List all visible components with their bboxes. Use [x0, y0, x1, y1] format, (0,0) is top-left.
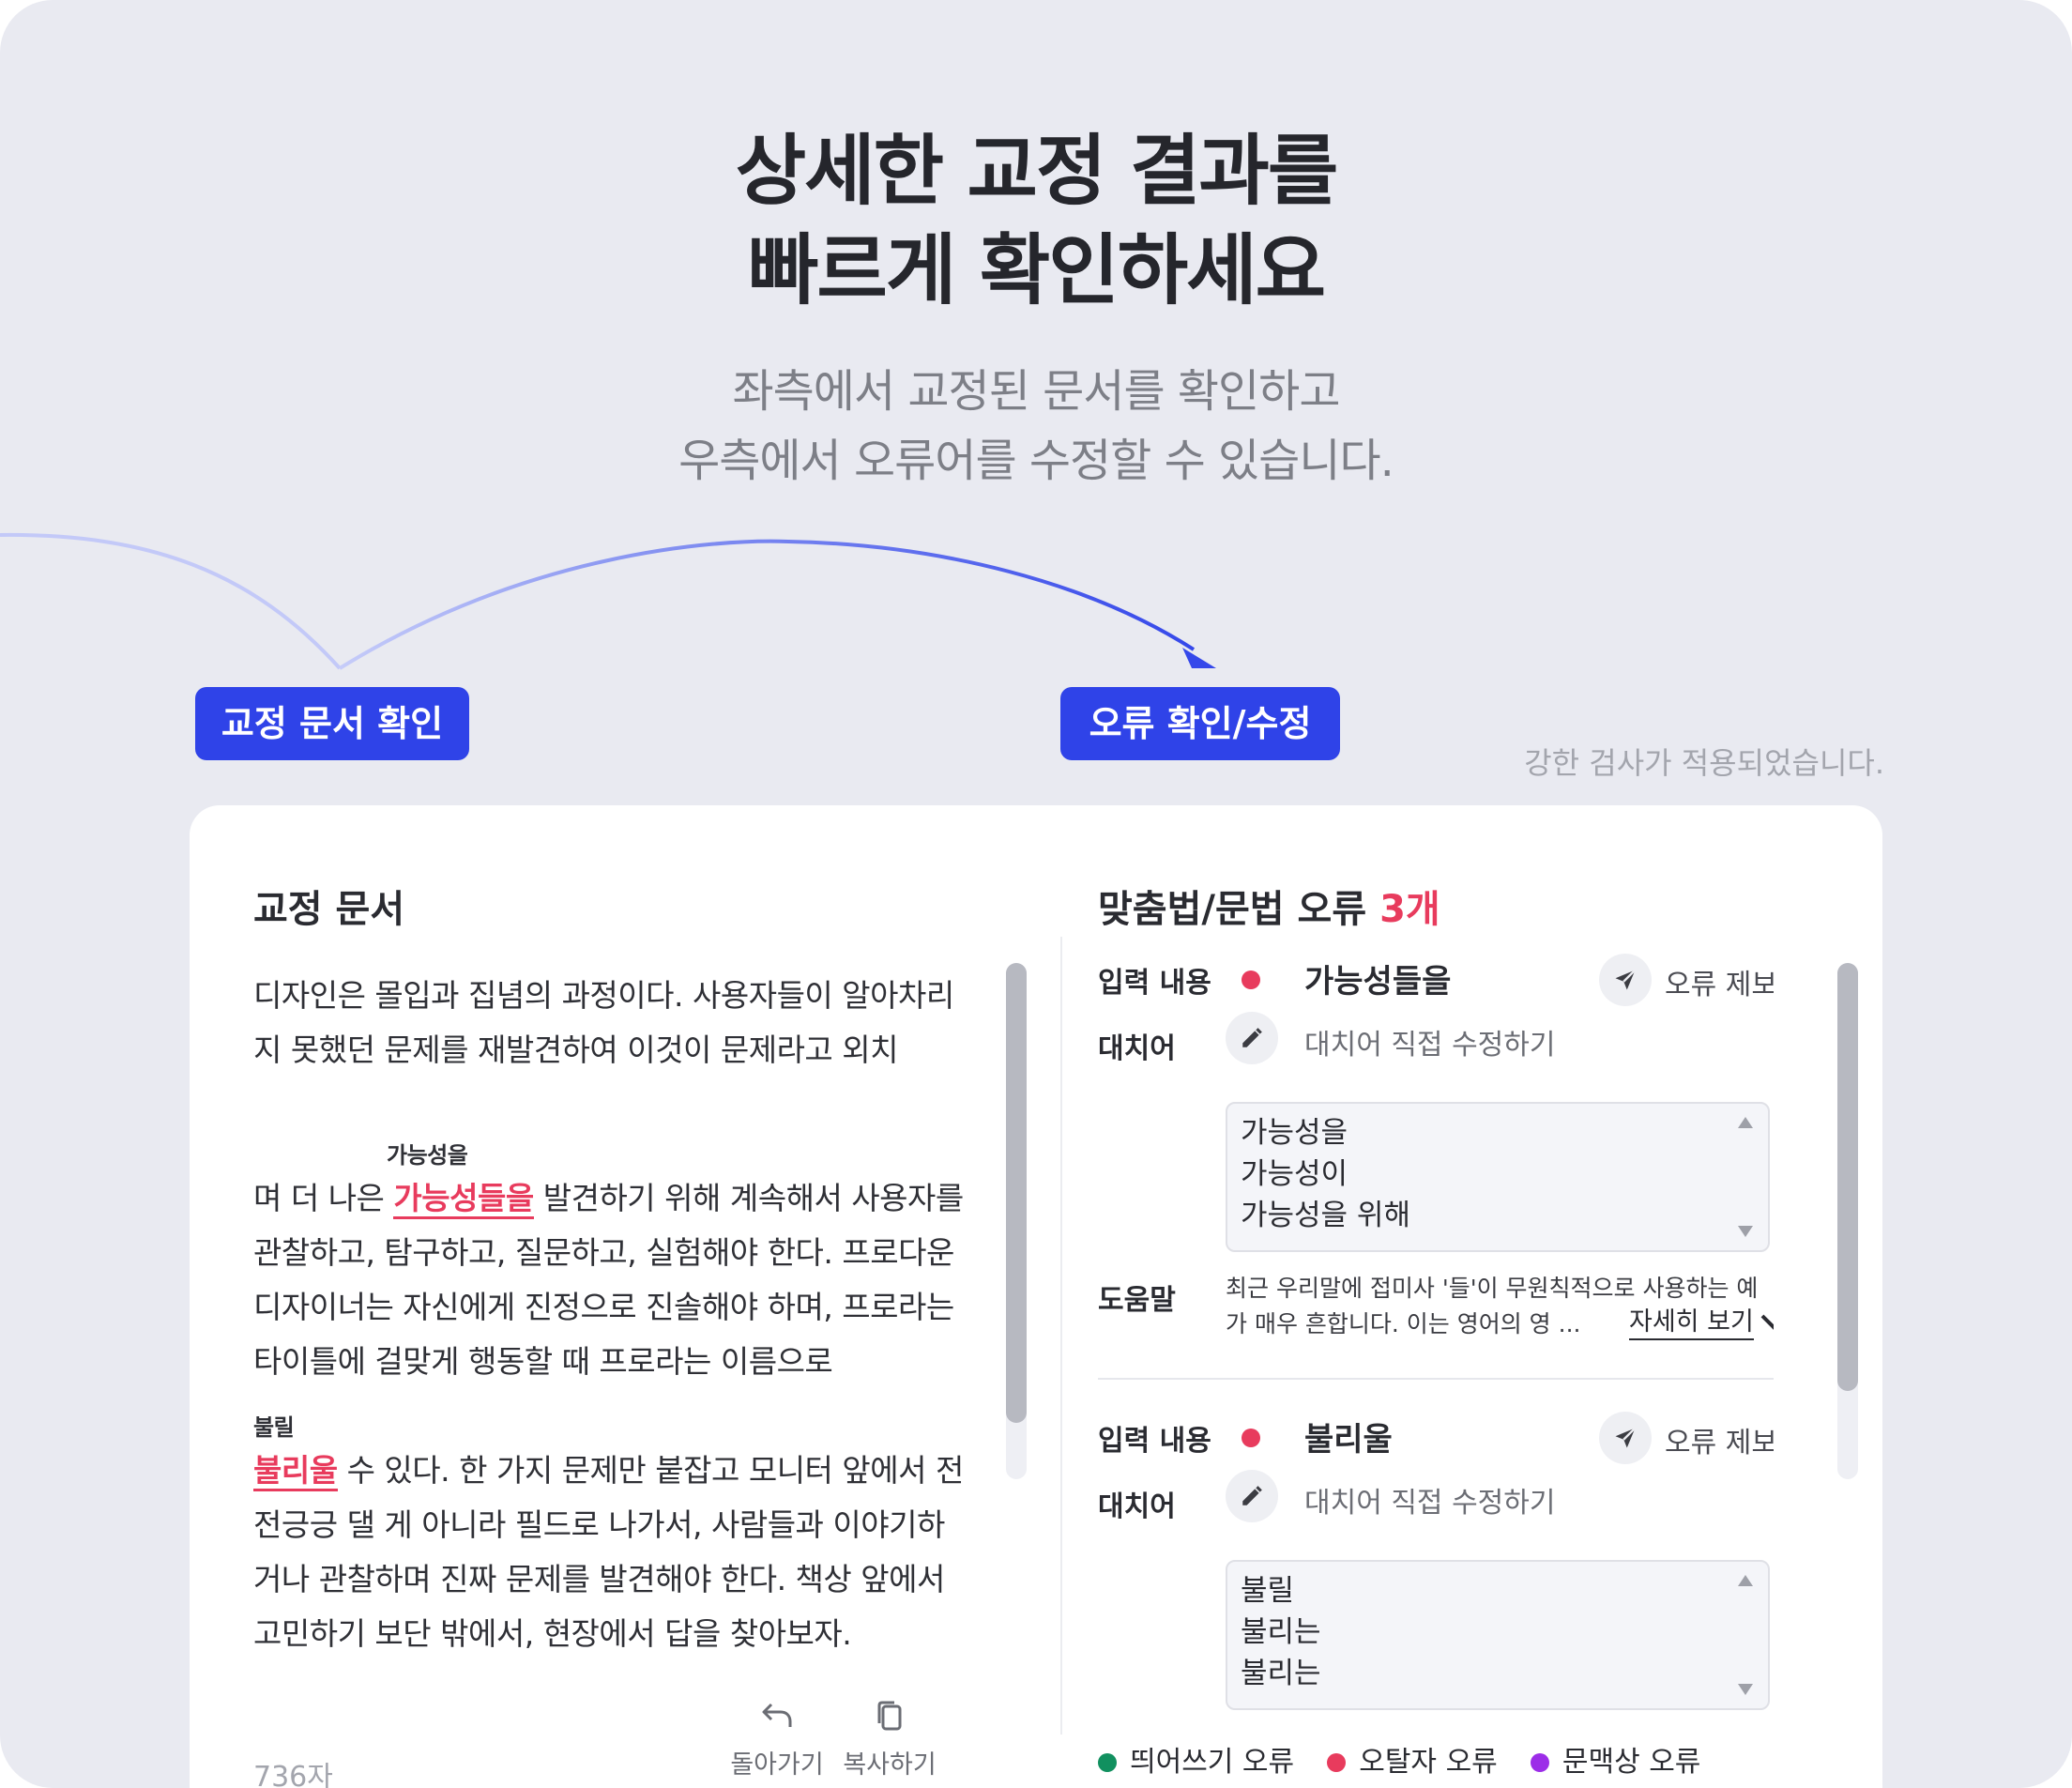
correction-label: 가능성을 — [387, 1142, 468, 1169]
report-error-button[interactable]: 오류 제보 — [1599, 1412, 1774, 1464]
document-text-block-3: 불릴 불리울 수 있다. 한 가지 문제만 붙잡고 모니터 앞에서 전 전긍긍 … — [253, 1412, 964, 1661]
document-line: 관찰하고, 탐구하고, 질문하고, 실험해야 한다. 프로다운 — [253, 1234, 954, 1271]
report-error-label: 오류 제보 — [1665, 969, 1774, 1001]
errors-title-text: 맞춤법/문법 오류 — [1098, 888, 1367, 931]
pencil-icon[interactable] — [1226, 1012, 1278, 1064]
strong-check-notice: 강한 검사가 적용되었습니다. — [1524, 745, 1884, 781]
typo-dot-icon — [1242, 1429, 1260, 1447]
replacement-option[interactable]: 불리는 — [1241, 1652, 1321, 1695]
replacement-option[interactable]: 불리는 — [1241, 1611, 1321, 1654]
replacement-option[interactable]: 가능성을 — [1241, 1111, 1348, 1154]
error-word-highlight[interactable]: 불리울 — [253, 1452, 338, 1491]
document-line: 며 더 나은 가능성들을 발견하기 위해 계속해서 사용자를 — [253, 1171, 964, 1226]
replacement-label: 대치어 — [1098, 1490, 1176, 1523]
character-count: 736자 — [253, 1761, 333, 1788]
input-label: 입력 내용 — [1098, 1425, 1211, 1458]
typo-dot-icon — [1242, 970, 1260, 989]
check-document-pill: 교정 문서 확인 — [195, 687, 469, 760]
panel-divider — [1060, 937, 1062, 1735]
document-scrollbar[interactable] — [1006, 963, 1027, 1479]
text-segment: 며 더 나은 — [253, 1180, 394, 1216]
document-line: 전긍긍 댈 게 아니라 필드로 나가서, 사람들과 이야기하 — [253, 1506, 945, 1543]
chevron-down-icon[interactable] — [1759, 1312, 1774, 1335]
error-word-highlight[interactable]: 가능성들을 — [393, 1180, 534, 1219]
scroll-up-icon[interactable] — [1738, 1575, 1753, 1586]
document-title: 교정 문서 — [253, 888, 405, 931]
help-line: 최근 우리말에 접미사 '들'이 무원칙적으로 사용하는 예 — [1226, 1275, 1759, 1302]
document-line: 불리울 수 있다. 한 가지 문제만 붙잡고 모니터 앞에서 전 — [253, 1444, 964, 1498]
errors-title: 맞춤법/문법 오류 3개 — [1098, 879, 1440, 933]
arrow-head — [1182, 648, 1216, 668]
purple-dot-icon — [1530, 1753, 1549, 1772]
text-segment: 수 있다. 한 가지 문제만 붙잡고 모니터 앞에서 전 — [337, 1452, 965, 1489]
legend-label: 문맥상 오류 — [1562, 1746, 1701, 1779]
document-line: 디자인은 몰입과 집념의 과정이다. 사용자들이 알아차리 — [253, 977, 954, 1014]
red-dot-icon — [1327, 1753, 1347, 1772]
scroll-down-icon[interactable] — [1738, 1684, 1753, 1695]
document-line: 거나 관찰하며 진짜 문제를 발견해야 한다. 책상 앞에서 — [253, 1561, 945, 1597]
back-button[interactable]: 돌아가기 — [721, 1697, 833, 1788]
copy-icon — [877, 1701, 902, 1731]
back-label: 돌아가기 — [730, 1750, 824, 1780]
replacement-option[interactable]: 가능성이 — [1241, 1153, 1348, 1196]
page-background: 상세한 교정 결과를 빠르게 확인하세요 좌측에서 교정된 문서를 확인하고 우… — [0, 0, 2072, 1788]
document-line: 고민하기 보단 밖에서, 현장에서 답을 찾아보자. — [253, 1615, 852, 1652]
legend-item-context: 문맥상 오류 — [1530, 1744, 1701, 1781]
replacement-option[interactable]: 불릴 — [1241, 1569, 1294, 1612]
error-count: 3개 — [1379, 888, 1440, 931]
legend-item-typo: 오탈자 오류 — [1327, 1744, 1498, 1781]
error-legend: 띄어쓰기 오류 오탈자 오류 문맥상 오류 — [1098, 1744, 1729, 1781]
error-list: 입력 내용 가능성들을 오류 제보 대치어 대치어 직접 수정하기 가능성을 가… — [1098, 946, 1774, 1735]
error-item: 입력 내용 가능성들을 오류 제보 대치어 대치어 직접 수정하기 가능성을 가… — [1098, 946, 1774, 1378]
edit-replacement-input[interactable]: 대치어 직접 수정하기 — [1304, 1479, 1555, 1521]
document-scroll-thumb[interactable] — [1006, 963, 1027, 1423]
fix-errors-pill: 오류 확인/수정 — [1060, 687, 1340, 760]
flow-arrow-decoration — [0, 532, 1216, 670]
help-label: 도움말 — [1098, 1284, 1176, 1317]
legend-label: 오탈자 오류 — [1359, 1746, 1498, 1779]
send-icon — [1599, 1412, 1652, 1464]
scroll-down-icon[interactable] — [1738, 1226, 1753, 1237]
legend-label: 띄어쓰기 오류 — [1130, 1746, 1295, 1779]
replacement-label: 대치어 — [1098, 1032, 1176, 1065]
copy-button[interactable]: 복사하기 — [833, 1697, 946, 1788]
help-text: 최근 우리말에 접미사 '들'이 무원칙적으로 사용하는 예 가 매우 흔합니다… — [1226, 1271, 1774, 1342]
document-line: 지 못했던 문제를 재발견하여 이것이 문제라고 외치 — [253, 1032, 899, 1068]
undo-arrow-icon — [762, 1703, 792, 1727]
document-text-block-2: 가능성을 며 더 나은 가능성들을 발견하기 위해 계속해서 사용자를 관찰하고… — [253, 1139, 964, 1389]
edit-replacement-input[interactable]: 대치어 직접 수정하기 — [1304, 1021, 1555, 1062]
document-line: 디자이너는 자신에게 진정으로 진솔해야 하며, 프로라는 — [253, 1289, 954, 1325]
main-curve — [338, 539, 1196, 670]
input-word: 가능성들을 — [1304, 963, 1452, 1001]
left-curve — [0, 532, 342, 670]
proofread-card: 교정 문서 디자인은 몰입과 집념의 과정이다. 사용자들이 알아차리 지 못했… — [190, 805, 1882, 1788]
copy-label: 복사하기 — [843, 1750, 937, 1780]
report-error-button[interactable]: 오류 제보 — [1599, 954, 1774, 1006]
document-line: 타이틀에 걸맞게 행동할 때 프로라는 이름으로 — [253, 1343, 833, 1380]
scroll-up-icon[interactable] — [1738, 1117, 1753, 1128]
input-word: 불리울 — [1304, 1421, 1393, 1459]
replacement-options-list[interactable]: 가능성을 가능성이 가능성을 위해 — [1226, 1102, 1770, 1252]
errors-scrollbar[interactable] — [1837, 963, 1858, 1479]
green-dot-icon — [1098, 1753, 1117, 1772]
document-text-block-1: 디자인은 몰입과 집념의 과정이다. 사용자들이 알아차리 지 못했던 문제를 … — [253, 969, 954, 1077]
input-label: 입력 내용 — [1098, 967, 1211, 1000]
text-segment: 발견하기 위해 계속해서 사용자를 — [533, 1180, 965, 1216]
replacement-options-list[interactable]: 불릴 불리는 불리는 — [1226, 1560, 1770, 1710]
legend-item-spacing: 띄어쓰기 오류 — [1098, 1744, 1294, 1781]
see-details-link[interactable]: 자세히 보기 — [1629, 1307, 1754, 1340]
pencil-icon[interactable] — [1226, 1470, 1278, 1522]
replacement-option[interactable]: 가능성을 위해 — [1241, 1194, 1410, 1237]
send-icon — [1599, 954, 1652, 1006]
errors-scroll-thumb[interactable] — [1837, 963, 1858, 1391]
correction-label: 불릴 — [253, 1414, 295, 1441]
report-error-label: 오류 제보 — [1665, 1427, 1774, 1459]
error-item: 입력 내용 불리울 오류 제보 대치어 대치어 직접 수정하기 불릴 불리는 불… — [1098, 1378, 1774, 1735]
